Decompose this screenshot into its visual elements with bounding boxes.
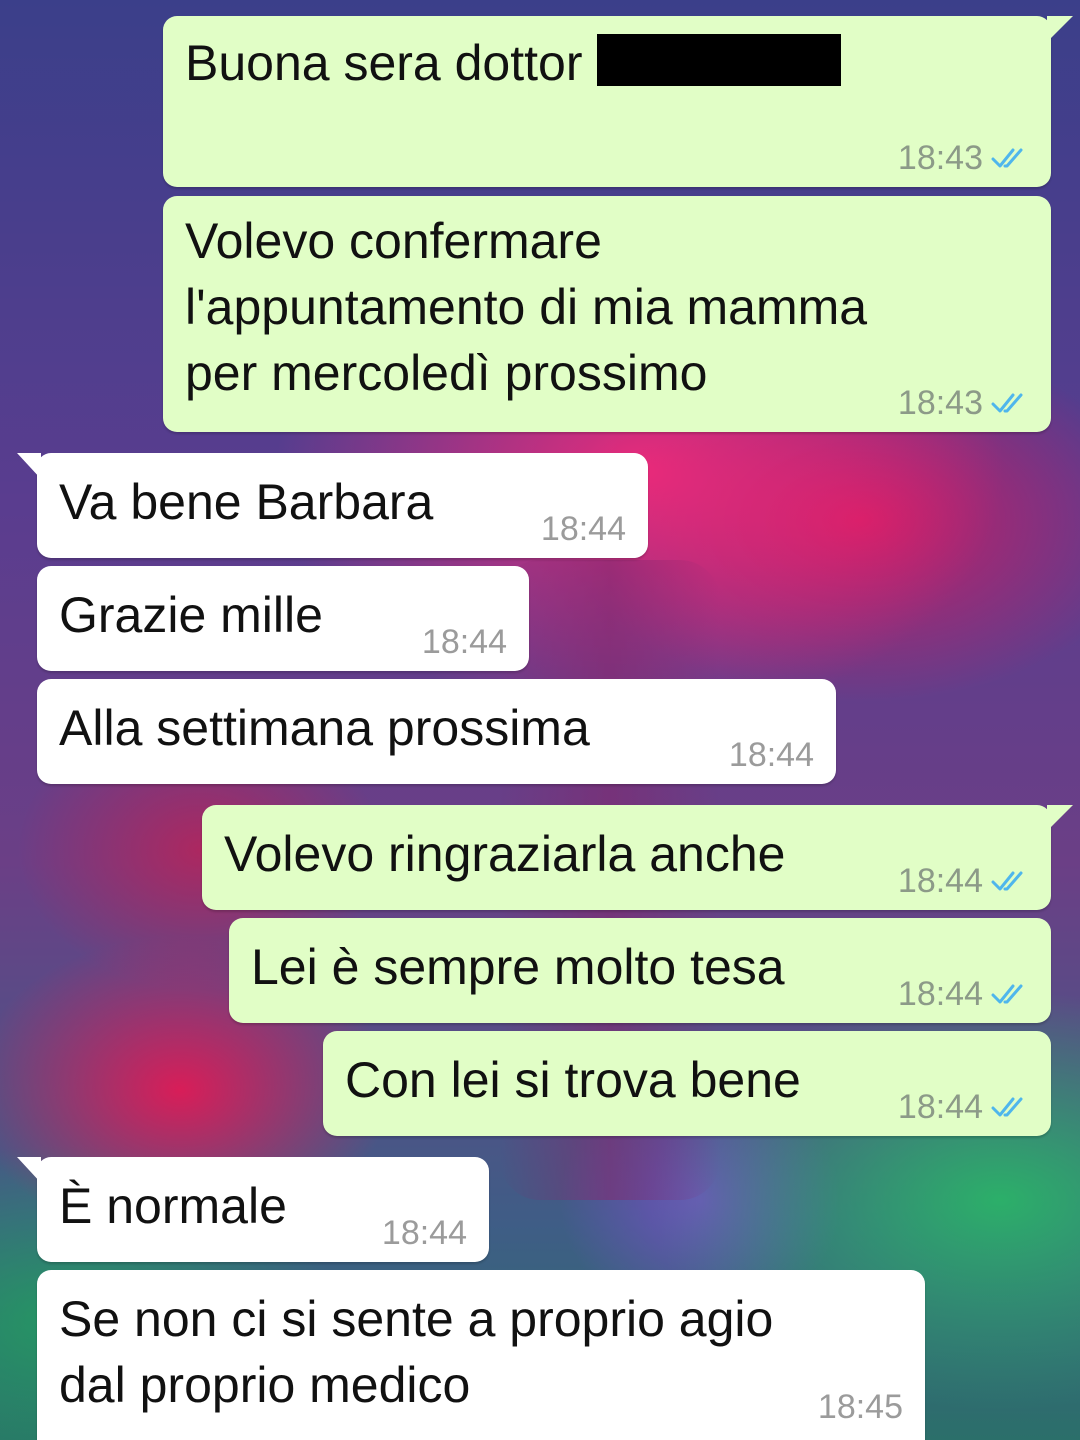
message-time: 18:44 [728, 736, 814, 774]
message-meta: 18:43 [898, 141, 1031, 175]
message-time: 18:44 [897, 1088, 983, 1126]
message-time: 18:44 [897, 975, 983, 1013]
double-check-icon [991, 871, 1023, 891]
message-bubble-outgoing[interactable]: Volevo confermare l'appuntamento di mia … [163, 196, 1051, 432]
message-meta: 18:45 [818, 1390, 903, 1424]
message-meta: 18:43 [898, 386, 1031, 420]
message-meta: 18:44 [382, 1216, 467, 1250]
message-meta: 18:44 [541, 512, 626, 546]
message-bubble-outgoing[interactable]: Volevo ringraziarla anche 18:44 [202, 805, 1073, 910]
message-bubble-incoming[interactable]: Alla settimana prossima 18:44 [37, 679, 836, 784]
message-bubble-outgoing[interactable]: Con lei si trova bene 18:44 [323, 1031, 1051, 1136]
chat-thread[interactable]: Buona sera dottor 18:43 Volevo confermar… [0, 0, 1080, 1440]
message-meta: 18:44 [729, 738, 814, 772]
message-time: 18:43 [897, 139, 983, 177]
message-time: 18:44 [421, 623, 507, 661]
message-bubble-outgoing[interactable]: Lei è sempre molto tesa 18:44 [229, 918, 1051, 1023]
redaction-bar [596, 34, 841, 86]
message-meta: 18:44 [898, 977, 1031, 1011]
message-text: Se non ci si sente a proprio agio dal pr… [59, 1291, 774, 1413]
message-text: Volevo confermare l'appuntamento di mia … [185, 213, 868, 401]
message-bubble-incoming[interactable]: È normale 18:44 [17, 1157, 489, 1262]
message-bubble-incoming[interactable]: Grazie mille 18:44 [37, 566, 529, 671]
message-time: 18:44 [381, 1214, 467, 1252]
message-bubble-incoming[interactable]: Va bene Barbara 18:44 [17, 453, 648, 558]
message-meta: 18:44 [898, 1090, 1031, 1124]
double-check-icon [991, 1097, 1023, 1117]
double-check-icon [991, 148, 1023, 168]
message-bubble-outgoing[interactable]: Buona sera dottor 18:43 [163, 16, 1073, 187]
message-time: 18:44 [897, 862, 983, 900]
double-check-icon [991, 984, 1023, 1004]
message-time: 18:44 [540, 510, 626, 548]
message-time: 18:43 [897, 384, 983, 422]
message-time: 18:45 [817, 1388, 903, 1426]
double-check-icon [991, 393, 1023, 413]
message-bubble-incoming[interactable]: Se non ci si sente a proprio agio dal pr… [37, 1270, 925, 1440]
message-meta: 18:44 [422, 625, 507, 659]
message-text: Buona sera dottor [185, 35, 583, 91]
message-text: Alla settimana prossima [59, 700, 590, 756]
message-meta: 18:44 [898, 864, 1031, 898]
